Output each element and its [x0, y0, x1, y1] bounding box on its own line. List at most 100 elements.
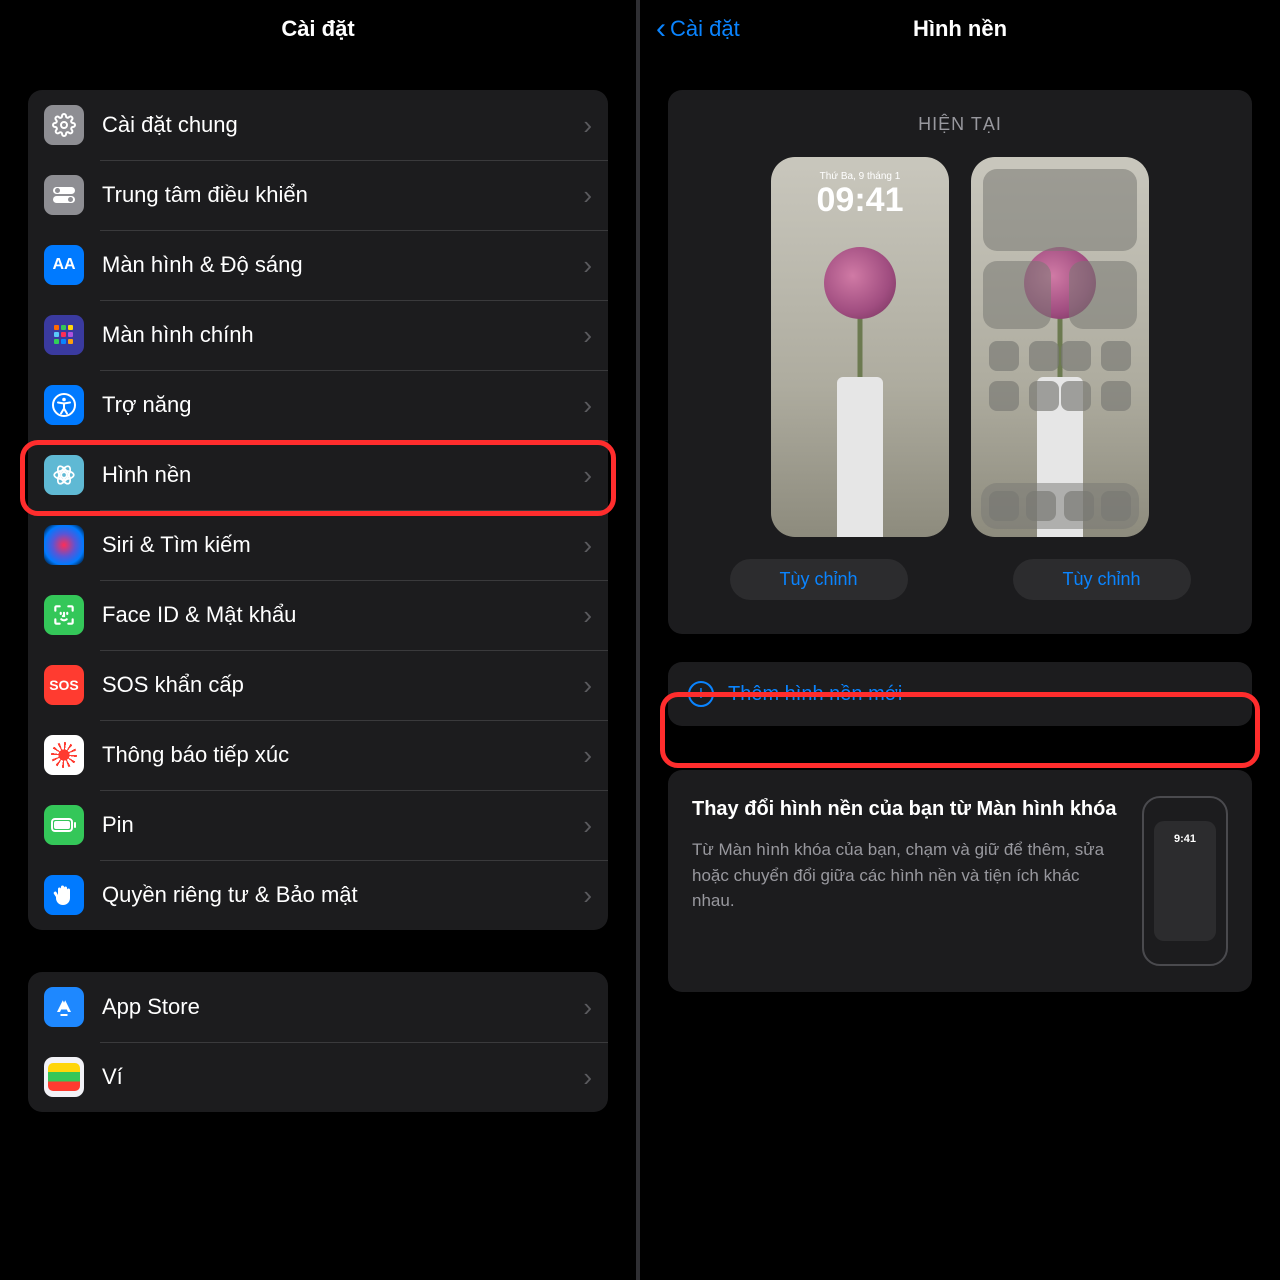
row-wallpaper[interactable]: Hình nền › — [28, 440, 608, 510]
app-icon — [1026, 491, 1056, 521]
row-home-screen[interactable]: Màn hình chính › — [28, 300, 608, 370]
customize-homescreen-button[interactable]: Tùy chỉnh — [1013, 559, 1191, 600]
app-icon — [989, 491, 1019, 521]
plus-circle-icon: + — [688, 681, 714, 707]
row-faceid[interactable]: Face ID & Mật khẩu › — [28, 580, 608, 650]
chevron-right-icon: › — [583, 460, 592, 491]
current-wallpaper-card: HIỆN TẠI Thứ Ba, 9 tháng 1 09:41 — [668, 90, 1252, 634]
tip-card: Thay đổi hình nền của bạn từ Màn hình kh… — [668, 770, 1252, 992]
customize-row: Tùy chỉnh Tùy chỉnh — [688, 559, 1232, 600]
row-label: Màn hình & Độ sáng — [102, 252, 583, 278]
app-icon — [1029, 381, 1059, 411]
chevron-right-icon: › — [583, 880, 592, 911]
toggles-icon — [44, 175, 84, 215]
tip-time: 9:41 — [1174, 833, 1196, 845]
wallpaper-icon — [44, 455, 84, 495]
row-label: Hình nền — [102, 462, 583, 488]
left-header: Cài đặt — [0, 0, 636, 58]
row-label: Cài đặt chung — [102, 112, 583, 138]
faceid-icon — [44, 595, 84, 635]
row-label: Quyền riêng tư & Bảo mật — [102, 882, 583, 908]
add-label: Thêm hình nền mới — [728, 683, 902, 706]
chevron-right-icon: › — [583, 180, 592, 211]
row-label: Màn hình chính — [102, 322, 583, 348]
row-label: Trợ năng — [102, 392, 583, 418]
lockscreen-preview[interactable]: Thứ Ba, 9 tháng 1 09:41 — [771, 157, 949, 537]
wallet-icon — [44, 1057, 84, 1097]
back-button[interactable]: ‹ Cài đặt — [656, 14, 740, 44]
widget-small — [983, 261, 1051, 329]
tip-title: Thay đổi hình nền của bạn từ Màn hình kh… — [692, 796, 1122, 823]
tip-text: Thay đổi hình nền của bạn từ Màn hình kh… — [692, 796, 1122, 914]
row-label: App Store — [102, 994, 583, 1020]
homescreen-preview[interactable] — [971, 157, 1149, 537]
row-privacy[interactable]: Quyền riêng tư & Bảo mật › — [28, 860, 608, 930]
chevron-right-icon: › — [583, 740, 592, 771]
lock-time: 09:41 — [771, 181, 949, 220]
tip-phone-inner: 9:41 — [1154, 821, 1216, 941]
vase-graphic — [837, 377, 883, 537]
app-icon — [1101, 491, 1131, 521]
app-icon — [1101, 341, 1131, 371]
widget-large — [983, 169, 1137, 251]
chevron-right-icon: › — [583, 810, 592, 841]
app-icon — [989, 381, 1019, 411]
row-label: Face ID & Mật khẩu — [102, 602, 583, 628]
app-icon — [989, 341, 1019, 371]
row-label: Pin — [102, 812, 583, 838]
hand-icon — [44, 875, 84, 915]
row-label: Thông báo tiếp xúc — [102, 742, 583, 768]
row-battery[interactable]: Pin › — [28, 790, 608, 860]
chevron-right-icon: › — [583, 992, 592, 1023]
app-icon — [1101, 381, 1131, 411]
home-overlay — [971, 157, 1149, 537]
app-icon — [1061, 381, 1091, 411]
exposure-icon — [44, 735, 84, 775]
tip-phone-illustration: 9:41 — [1142, 796, 1228, 966]
siri-icon — [44, 525, 84, 565]
row-sos[interactable]: SOS SOS khẩn cấp › — [28, 650, 608, 720]
display-icon: AA — [44, 245, 84, 285]
widget-small — [1069, 261, 1137, 329]
app-icon — [1029, 341, 1059, 371]
row-wallet[interactable]: Ví › — [28, 1042, 608, 1112]
customize-lockscreen-button[interactable]: Tùy chỉnh — [730, 559, 908, 600]
page-title: Hình nền — [913, 16, 1007, 42]
grid-icon — [44, 315, 84, 355]
chevron-right-icon: › — [583, 670, 592, 701]
app-icon — [1061, 341, 1091, 371]
settings-list-pane: Cài đặt Cài đặt chung › Trung tâm điều k… — [0, 0, 640, 1280]
settings-group-2: App Store › Ví › — [28, 972, 608, 1112]
flower-graphic — [824, 247, 896, 319]
sos-icon: SOS — [44, 665, 84, 705]
gear-icon — [44, 105, 84, 145]
row-label: SOS khẩn cấp — [102, 672, 583, 698]
wallpaper-previews: Thứ Ba, 9 tháng 1 09:41 — [688, 157, 1232, 537]
right-header: ‹ Cài đặt Hình nền — [640, 0, 1280, 58]
row-general[interactable]: Cài đặt chung › — [28, 90, 608, 160]
row-accessibility[interactable]: Trợ năng › — [28, 370, 608, 440]
page-title: Cài đặt — [281, 16, 354, 42]
current-header: HIỆN TẠI — [688, 114, 1232, 135]
add-wallpaper-button[interactable]: + Thêm hình nền mới — [668, 662, 1252, 726]
row-label: Ví — [102, 1064, 583, 1090]
battery-icon — [44, 805, 84, 845]
chevron-right-icon: › — [583, 530, 592, 561]
app-icon — [1064, 491, 1094, 521]
row-exposure[interactable]: Thông báo tiếp xúc › — [28, 720, 608, 790]
chevron-right-icon: › — [583, 390, 592, 421]
accessibility-icon — [44, 385, 84, 425]
row-siri[interactable]: Siri & Tìm kiếm › — [28, 510, 608, 580]
chevron-right-icon: › — [583, 250, 592, 281]
tip-body: Từ Màn hình khóa của bạn, chạm và giữ để… — [692, 837, 1122, 914]
chevron-right-icon: › — [583, 110, 592, 141]
row-appstore[interactable]: App Store › — [28, 972, 608, 1042]
row-display[interactable]: AA Màn hình & Độ sáng › — [28, 230, 608, 300]
back-label: Cài đặt — [670, 16, 740, 42]
chevron-right-icon: › — [583, 320, 592, 351]
row-control-center[interactable]: Trung tâm điều khiển › — [28, 160, 608, 230]
row-label: Siri & Tìm kiếm — [102, 532, 583, 558]
chevron-right-icon: › — [583, 1062, 592, 1093]
dock — [981, 483, 1139, 529]
chevron-left-icon: ‹ — [656, 14, 666, 44]
